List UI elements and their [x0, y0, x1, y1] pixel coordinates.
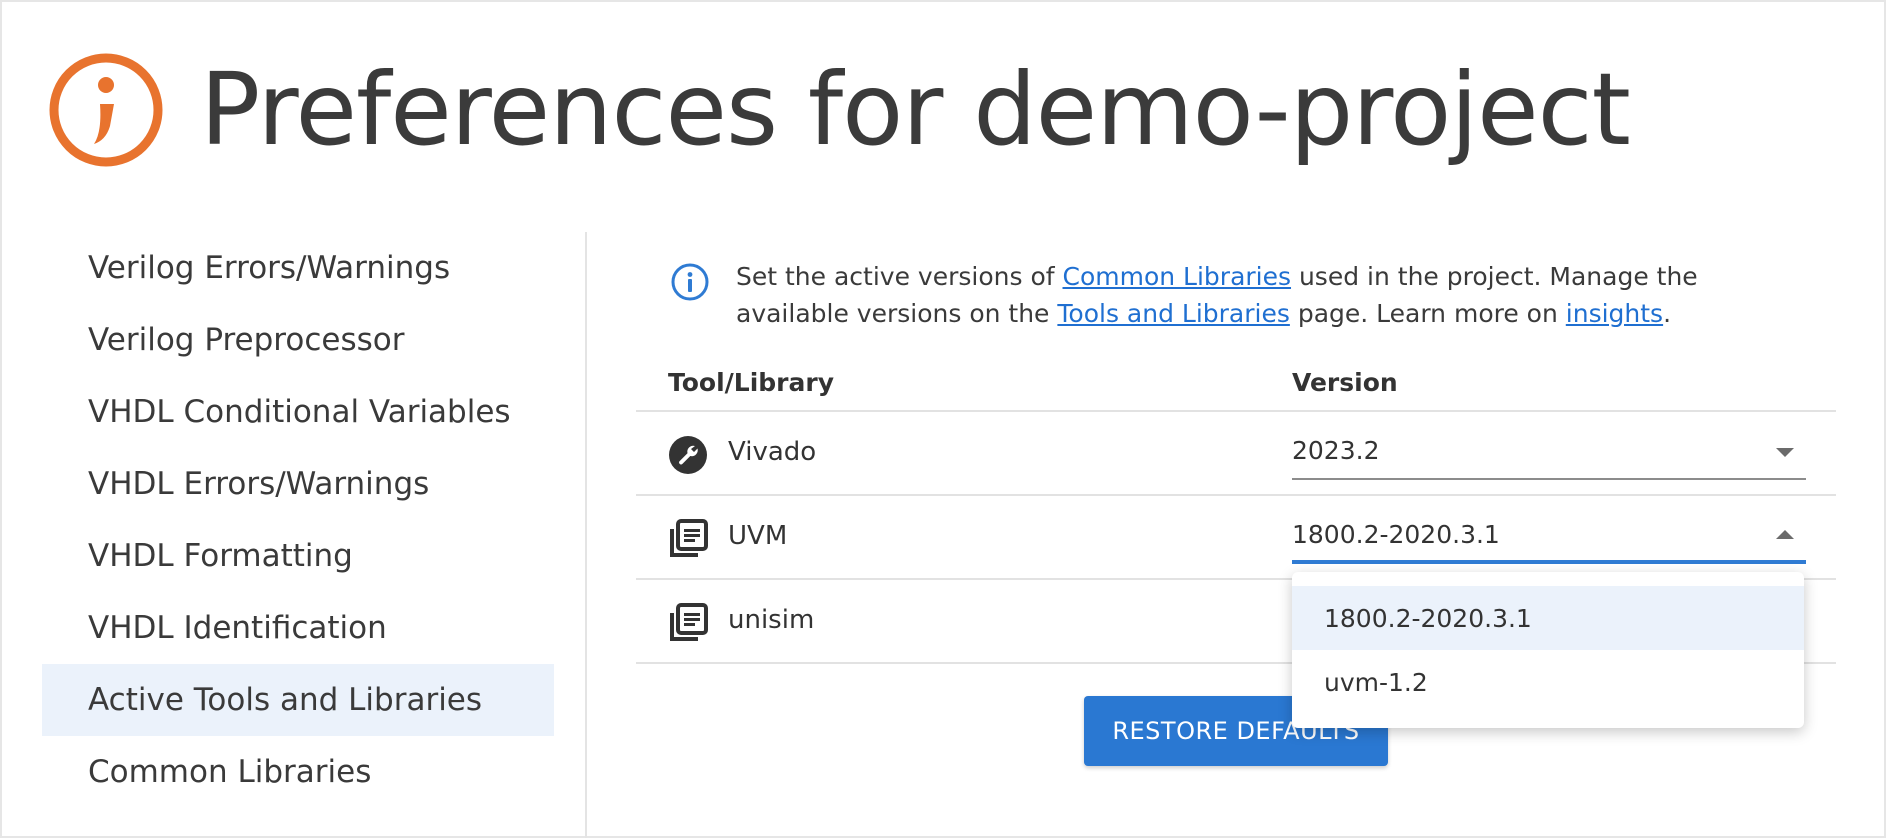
column-header-version: Version	[1292, 368, 1398, 397]
common-libraries-link[interactable]: Common Libraries	[1063, 262, 1292, 291]
info-banner: Set the active versions of Common Librar…	[636, 232, 1836, 342]
version-select-uvm[interactable]: 1800.2-2020.3.1	[1292, 510, 1806, 564]
dropdown-option[interactable]: uvm-1.2	[1292, 650, 1804, 714]
sidebar-item-vhdl-errors-warnings[interactable]: VHDL Errors/Warnings	[42, 448, 554, 520]
tool-name: UVM	[728, 521, 788, 551]
info-icon	[671, 263, 709, 301]
table-header: Tool/Library Version	[636, 360, 1836, 412]
table-row-vivado: Vivado 2023.2	[636, 414, 1836, 496]
version-dropdown-menu: 1800.2-2020.3.1 uvm-1.2	[1292, 572, 1804, 728]
sidebar-divider	[585, 232, 587, 838]
dropdown-option[interactable]: 1800.2-2020.3.1	[1292, 586, 1804, 650]
tool-name: Vivado	[728, 437, 817, 467]
version-select-value: 2023.2	[1292, 436, 1380, 465]
column-header-tool: Tool/Library	[668, 368, 835, 397]
sidebar-item-vhdl-formatting[interactable]: VHDL Formatting	[42, 520, 554, 592]
library-icon	[670, 519, 708, 557]
chevron-down-icon	[1776, 448, 1794, 457]
tools-and-libraries-link[interactable]: Tools and Libraries	[1057, 299, 1289, 328]
info-text: Set the active versions of Common Librar…	[736, 258, 1816, 332]
page-title: Preferences for demo-project	[200, 51, 1631, 168]
insights-link[interactable]: insights	[1566, 299, 1663, 328]
library-icon	[670, 603, 708, 641]
sidebar-item-vhdl-conditional-variables[interactable]: VHDL Conditional Variables	[42, 376, 554, 448]
info-text-part: Set the active versions of	[736, 262, 1063, 291]
tool-name: unisim	[728, 605, 815, 635]
info-text-part: page. Learn more on	[1289, 299, 1566, 328]
chevron-up-icon	[1776, 530, 1794, 539]
preferences-sidebar: Verilog Errors/Warnings Verilog Preproce…	[42, 232, 554, 808]
sidebar-item-common-libraries[interactable]: Common Libraries	[42, 736, 554, 808]
table-row-uvm: UVM 1800.2-2020.3.1	[636, 498, 1836, 580]
sidebar-item-verilog-preprocessor[interactable]: Verilog Preprocessor	[42, 304, 554, 376]
info-text-part: .	[1663, 299, 1672, 328]
sidebar-item-active-tools-and-libraries[interactable]: Active Tools and Libraries	[42, 664, 554, 736]
page-header: Preferences for demo-project	[48, 51, 1631, 168]
wrench-icon	[669, 436, 707, 474]
brand-logo-icon	[49, 53, 163, 167]
version-select-value: 1800.2-2020.3.1	[1292, 520, 1500, 549]
sidebar-item-verilog-errors-warnings[interactable]: Verilog Errors/Warnings	[42, 232, 554, 304]
sidebar-item-vhdl-identification[interactable]: VHDL Identification	[42, 592, 554, 664]
main-content: Set the active versions of Common Librar…	[636, 232, 1836, 664]
version-select-vivado[interactable]: 2023.2	[1292, 426, 1806, 480]
